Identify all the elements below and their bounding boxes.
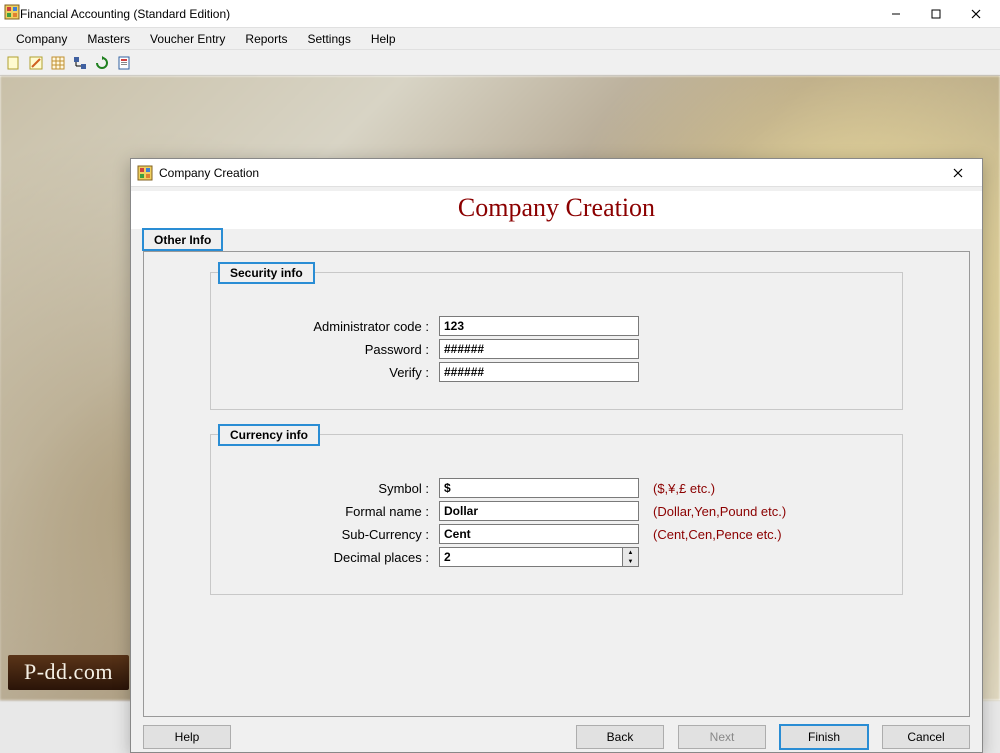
back-button[interactable]: Back (576, 725, 664, 749)
dialog-heading: Company Creation (131, 191, 982, 229)
sub-currency-hint: (Cent,Cen,Pence etc.) (653, 527, 782, 542)
formal-name-hint: (Dollar,Yen,Pound etc.) (653, 504, 786, 519)
menu-voucher-entry[interactable]: Voucher Entry (140, 29, 235, 49)
security-info-group: Security info Administrator code : Passw… (210, 272, 903, 410)
menu-settings[interactable]: Settings (297, 29, 360, 49)
formal-name-label: Formal name : (231, 504, 439, 519)
decimal-places-input[interactable] (439, 547, 623, 567)
minimize-button[interactable] (876, 2, 916, 26)
company-creation-dialog: Company Creation Company Creation Other … (130, 158, 983, 753)
app-icon (4, 4, 20, 23)
menu-bar: Company Masters Voucher Entry Reports Se… (0, 28, 1000, 50)
symbol-hint: ($,¥,£ etc.) (653, 481, 715, 496)
currency-legend: Currency info (219, 425, 319, 445)
dialog-button-strip: Help Back Next Finish Cancel (131, 725, 982, 749)
refresh-icon[interactable] (92, 53, 112, 73)
tab-panel: Security info Administrator code : Passw… (143, 251, 970, 717)
help-button[interactable]: Help (143, 725, 231, 749)
admin-code-label: Administrator code : (231, 319, 439, 334)
window-title: Financial Accounting (Standard Edition) (20, 7, 876, 21)
menu-help[interactable]: Help (361, 29, 406, 49)
admin-code-input[interactable] (439, 316, 639, 336)
new-file-icon[interactable] (4, 53, 24, 73)
main-window: Financial Accounting (Standard Edition) … (0, 0, 1000, 700)
edit-icon[interactable] (26, 53, 46, 73)
title-bar: Financial Accounting (Standard Edition) (0, 0, 1000, 28)
symbol-label: Symbol : (231, 481, 439, 496)
dialog-icon (137, 165, 153, 181)
report-icon[interactable] (114, 53, 134, 73)
tab-container: Other Info Security info Administrator c… (143, 229, 970, 717)
grid-icon[interactable] (48, 53, 68, 73)
sub-currency-input[interactable] (439, 524, 639, 544)
password-input[interactable] (439, 339, 639, 359)
formal-name-input[interactable] (439, 501, 639, 521)
menu-masters[interactable]: Masters (77, 29, 140, 49)
security-legend: Security info (219, 263, 314, 283)
spinner-down-button[interactable]: ▼ (623, 557, 638, 566)
dialog-body: Company Creation Other Info Security inf… (131, 187, 982, 752)
tab-other-info[interactable]: Other Info (143, 229, 222, 250)
cancel-button[interactable]: Cancel (882, 725, 970, 749)
client-area: P-dd.com Company Creation Company Creati… (0, 76, 1000, 700)
verify-input[interactable] (439, 362, 639, 382)
dialog-close-button[interactable] (940, 162, 976, 184)
currency-info-group: Currency info Symbol : ($,¥,£ etc.) Form… (210, 434, 903, 595)
password-label: Password : (231, 342, 439, 357)
finish-button[interactable]: Finish (780, 725, 868, 749)
window-controls (876, 2, 996, 26)
tab-strip: Other Info (143, 229, 970, 251)
decimal-places-spinner: ▲ ▼ (439, 547, 639, 567)
toolbar (0, 50, 1000, 76)
watermark-logo: P-dd.com (8, 655, 129, 690)
menu-company[interactable]: Company (6, 29, 77, 49)
verify-label: Verify : (231, 365, 439, 380)
maximize-button[interactable] (916, 2, 956, 26)
spinner-up-button[interactable]: ▲ (623, 548, 638, 557)
sub-currency-label: Sub-Currency : (231, 527, 439, 542)
dialog-title: Company Creation (159, 166, 940, 180)
dialog-title-bar: Company Creation (131, 159, 982, 187)
symbol-input[interactable] (439, 478, 639, 498)
tree-icon[interactable] (70, 53, 90, 73)
menu-reports[interactable]: Reports (235, 29, 297, 49)
next-button: Next (678, 725, 766, 749)
decimal-places-label: Decimal places : (231, 550, 439, 565)
close-button[interactable] (956, 2, 996, 26)
